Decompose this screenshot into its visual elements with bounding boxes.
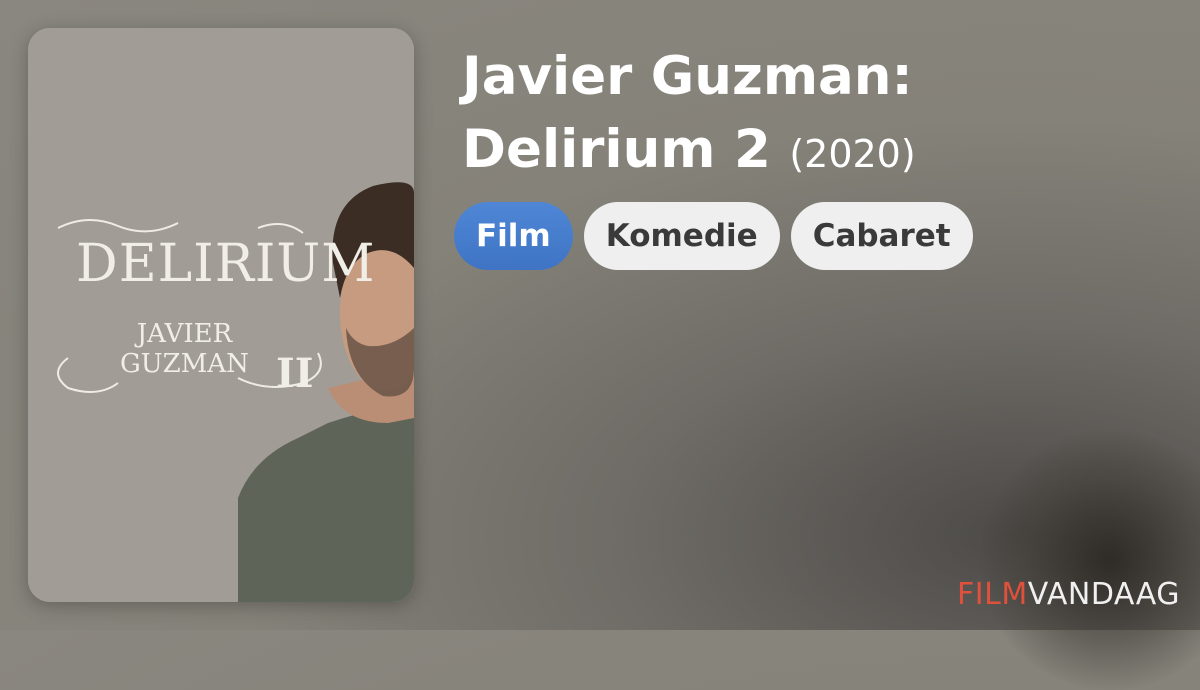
brand-logo[interactable]: FILMVANDAAG: [957, 577, 1180, 612]
poster-subtitle: JAVIER GUZMAN: [120, 319, 249, 380]
movie-title-block: Javier Guzman: Delirium 2 (2020): [462, 40, 1162, 191]
tag-komedie[interactable]: Komedie: [583, 202, 780, 270]
movie-year: (2020): [789, 132, 916, 176]
genre-tags: Film Komedie Cabaret: [454, 202, 973, 270]
brand-logo-part1: FILM: [957, 577, 1028, 612]
poster-numeral: II: [276, 350, 314, 397]
poster-subtitle-line2: GUZMAN: [120, 348, 249, 379]
tag-film[interactable]: Film: [454, 202, 573, 270]
poster-subtitle-line1: JAVIER: [136, 319, 233, 349]
tag-cabaret[interactable]: Cabaret: [790, 202, 973, 270]
movie-poster[interactable]: DELIRIUM JAVIER GUZMAN II: [28, 28, 414, 602]
brand-logo-part2: VANDAAG: [1027, 577, 1180, 612]
background-blur: [980, 430, 1200, 690]
poster-title: DELIRIUM: [76, 234, 376, 294]
poster-artwork: [28, 28, 414, 602]
